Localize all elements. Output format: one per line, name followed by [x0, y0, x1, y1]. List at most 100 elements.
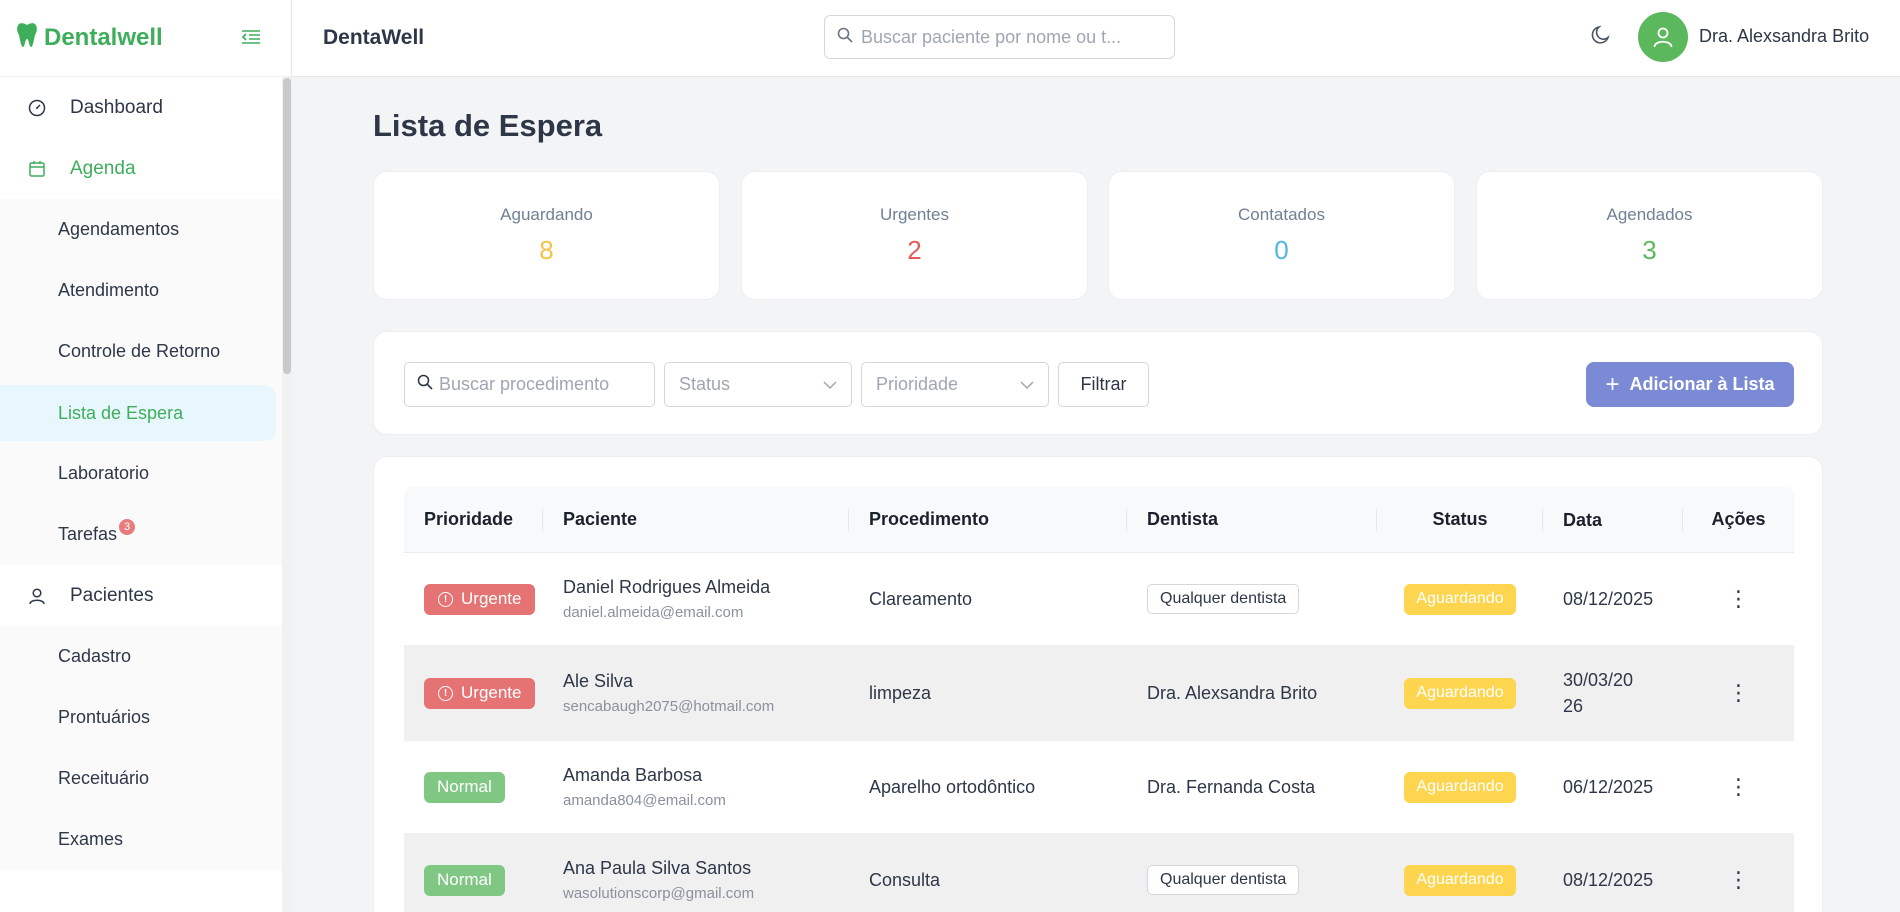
column-header-paciente[interactable]: Paciente — [543, 487, 849, 552]
patient-cell: Daniel Rodrigues Almeida daniel.almeida@e… — [543, 577, 849, 621]
priority-cell: Normal — [404, 771, 543, 803]
sidebar-item-label: Dashboard — [70, 96, 163, 118]
sidebar-item-dashboard[interactable]: Dashboard — [0, 77, 282, 138]
sidebar-item-lista-espera[interactable]: Lista de Espera — [0, 385, 276, 441]
status-cell: Aguardando — [1377, 583, 1543, 615]
column-header-prioridade[interactable]: Prioridade — [404, 487, 543, 552]
sidebar-scroll-thumb[interactable] — [283, 78, 291, 374]
dentist-cell: Qualquer dentista — [1127, 865, 1377, 895]
sidebar-item-controle-retorno[interactable]: Controle de Retorno — [0, 321, 282, 382]
sidebar-item-atendimento[interactable]: Atendimento — [0, 260, 282, 321]
column-header-label: Paciente — [563, 509, 638, 529]
table-row[interactable]: Normal Ana Paula Silva Santos wasolutions… — [404, 834, 1794, 912]
sidebar-item-receituario[interactable]: Receituário — [0, 748, 282, 809]
sidebar-item-cadastro[interactable]: Cadastro — [0, 626, 282, 687]
user-name[interactable]: Dra. Alexsandra Brito — [1699, 26, 1869, 47]
chevron-down-icon — [1020, 377, 1034, 393]
patient-search-box[interactable] — [824, 15, 1175, 59]
priority-badge-normal: Normal — [424, 864, 505, 896]
pacientes-submenu: Cadastro Prontuários Receituário Exames — [0, 626, 282, 870]
procedure-cell: Consulta — [869, 869, 941, 890]
sidebar-item-agenda[interactable]: Agenda — [0, 138, 282, 199]
procedure-search-input[interactable] — [439, 374, 639, 395]
patient-email: daniel.almeida@email.com — [563, 604, 744, 621]
column-header-label: Dentista — [1147, 509, 1219, 529]
patient-name[interactable]: Amanda Barbosa — [563, 765, 702, 786]
patient-search-input[interactable] — [861, 26, 1151, 48]
priority-select[interactable]: Prioridade — [861, 362, 1049, 407]
patient-name[interactable]: Ale Silva — [563, 671, 633, 692]
sidebar-nav: Dashboard Agenda Agendamentos Atendiment… — [0, 77, 282, 870]
column-header-status[interactable]: Status — [1377, 487, 1543, 552]
sidebar-item-label: Tarefas — [58, 524, 118, 544]
user-avatar-icon — [1653, 27, 1673, 48]
row-actions-menu-icon[interactable]: ⋮ — [1683, 774, 1794, 800]
page-title: Lista de Espera — [373, 108, 603, 143]
column-header-data[interactable]: Data — [1543, 487, 1683, 552]
stat-value: 0 — [1274, 235, 1289, 265]
plus-icon: + — [1605, 370, 1620, 398]
status-badge: Aguardando — [1404, 864, 1516, 896]
top-header: DentaWell Dra. Alexsandra Brito — [292, 0, 1900, 77]
filter-button[interactable]: Filtrar — [1058, 362, 1149, 407]
stat-card-aguardando: Aguardando 8 — [373, 171, 720, 300]
patient-cell: Amanda Barbosa amanda804@email.com — [543, 765, 849, 809]
priority-badge-urgent: ! Urgente — [424, 583, 536, 615]
sidebar-item-exames[interactable]: Exames — [0, 809, 282, 870]
brand: Dentalwell — [0, 0, 291, 77]
waitlist-table-card: Prioridade Paciente Procedimento Dentist… — [373, 456, 1823, 912]
column-header-label: Data — [1563, 509, 1603, 530]
column-header-label: Prioridade — [424, 509, 514, 529]
date-cell: 30/03/2026 — [1563, 670, 1634, 716]
row-actions-menu-icon[interactable]: ⋮ — [1683, 586, 1794, 612]
date-cell: 08/12/2025 — [1563, 589, 1654, 609]
stat-label: Urgentes — [880, 205, 949, 224]
patient-name[interactable]: Ana Paula Silva Santos — [563, 858, 751, 879]
procedure-search-box[interactable] — [404, 362, 655, 407]
patient-email: amanda804@email.com — [563, 792, 726, 809]
status-select[interactable]: Status — [664, 362, 852, 407]
dark-mode-toggle-icon[interactable] — [1590, 24, 1612, 52]
user-icon — [28, 587, 46, 605]
row-actions-menu-icon[interactable]: ⋮ — [1683, 867, 1794, 893]
status-cell: Aguardando — [1377, 771, 1543, 803]
column-header-acoes: Ações — [1683, 487, 1794, 552]
sidebar-item-prontuarios[interactable]: Prontuários — [0, 687, 282, 748]
search-icon — [417, 374, 433, 395]
sidebar-item-tarefas[interactable]: Tarefas 3 — [0, 504, 282, 565]
priority-label: Urgente — [461, 683, 522, 702]
patient-email: wasolutionscorp@gmail.com — [563, 885, 755, 902]
procedure-cell: Clareamento — [869, 588, 973, 609]
chevron-down-icon — [823, 377, 837, 393]
column-header-dentista[interactable]: Dentista — [1127, 487, 1377, 552]
alert-circle-icon: ! — [438, 685, 453, 701]
search-icon — [837, 27, 853, 48]
status-cell: Aguardando — [1377, 864, 1543, 896]
column-header-label: Procedimento — [869, 509, 990, 529]
priority-label: Urgente — [461, 589, 522, 608]
table-row[interactable]: ! Urgente Daniel Rodrigues Almeida daniel.… — [404, 553, 1794, 646]
alert-circle-icon: ! — [438, 591, 453, 607]
stat-label: Agendados — [1606, 205, 1693, 224]
avatar[interactable] — [1638, 12, 1688, 62]
stat-card-urgentes: Urgentes 2 — [741, 171, 1088, 300]
tooth-icon — [16, 22, 38, 55]
sidebar-item-pacientes[interactable]: Pacientes — [0, 565, 282, 626]
patient-name[interactable]: Daniel Rodrigues Almeida — [563, 577, 770, 598]
patient-email: sencabaugh2075@hotmail.com — [563, 698, 775, 715]
patient-cell: Ana Paula Silva Santos wasolutionscorp@gm… — [543, 858, 849, 902]
column-header-procedimento[interactable]: Procedimento — [849, 487, 1127, 552]
table-row[interactable]: ! Urgente Ale Silva sencabaugh2075@hotmail… — [404, 646, 1794, 741]
any-dentist-tag: Qualquer dentista — [1147, 865, 1300, 895]
stat-label: Aguardando — [500, 205, 593, 224]
sidebar-item-laboratorio[interactable]: Laboratorio — [0, 443, 282, 504]
add-to-list-button[interactable]: + Adicionar à Lista — [1586, 362, 1794, 407]
status-badge: Aguardando — [1404, 771, 1516, 803]
stat-value: 3 — [1642, 235, 1657, 265]
sidebar-item-agendamentos[interactable]: Agendamentos — [0, 199, 282, 260]
table-row[interactable]: Normal Amanda Barbosa amanda804@email.com… — [404, 741, 1794, 834]
menu-collapse-icon[interactable] — [241, 25, 261, 51]
brand-name: Dentalwell — [44, 24, 163, 51]
priority-badge-urgent: ! Urgente — [424, 677, 536, 709]
row-actions-menu-icon[interactable]: ⋮ — [1683, 680, 1794, 706]
